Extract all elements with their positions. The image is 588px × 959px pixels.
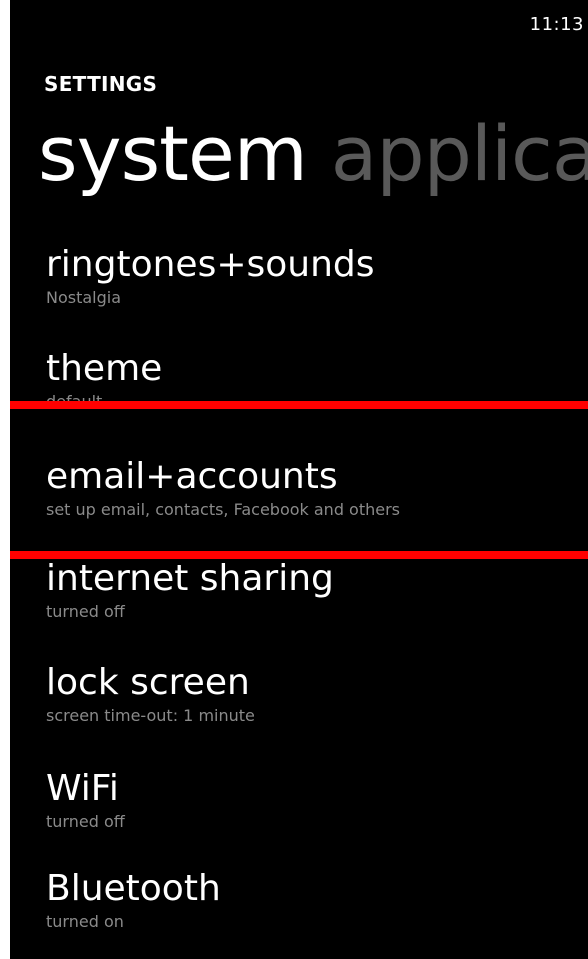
setting-title: email+accounts bbox=[46, 456, 338, 497]
setting-email-accounts[interactable]: email+accounts set up email, contacts, F… bbox=[46, 456, 588, 520]
setting-wifi[interactable]: WiFi turned off bbox=[46, 768, 588, 832]
setting-subtitle: Nostalgia bbox=[46, 288, 122, 307]
setting-bluetooth[interactable]: Bluetooth turned on bbox=[46, 868, 588, 932]
setting-internet-sharing[interactable]: internet sharing turned off bbox=[46, 558, 588, 622]
setting-subtitle: set up email, contacts, Facebook and oth… bbox=[46, 500, 401, 519]
setting-title: lock screen bbox=[46, 662, 250, 703]
setting-subtitle: screen time-out: 1 minute bbox=[46, 706, 255, 725]
pivot-tab-applications[interactable]: applica bbox=[331, 112, 588, 196]
setting-title: theme bbox=[46, 348, 163, 389]
highlight-line-top bbox=[10, 401, 588, 409]
setting-title: internet sharing bbox=[46, 558, 334, 599]
app-title: SETTINGS bbox=[44, 72, 158, 96]
setting-subtitle: turned on bbox=[46, 912, 124, 931]
setting-title: Bluetooth bbox=[46, 868, 221, 909]
status-bar-clock: 11:13 bbox=[529, 14, 584, 35]
setting-lock-screen[interactable]: lock screen screen time-out: 1 minute bbox=[46, 662, 588, 726]
setting-title: ringtones+sounds bbox=[46, 244, 375, 285]
pivot-header: system applica bbox=[38, 112, 588, 196]
highlight-line-bottom bbox=[10, 551, 588, 559]
setting-subtitle: turned off bbox=[46, 812, 125, 831]
setting-title: WiFi bbox=[46, 768, 119, 809]
setting-subtitle: turned off bbox=[46, 602, 125, 621]
setting-ringtones-sounds[interactable]: ringtones+sounds Nostalgia bbox=[46, 244, 588, 308]
phone-screen: 11:13 SETTINGS system applica ringtones+s… bbox=[10, 0, 588, 959]
pivot-tab-system[interactable]: system bbox=[38, 112, 308, 196]
